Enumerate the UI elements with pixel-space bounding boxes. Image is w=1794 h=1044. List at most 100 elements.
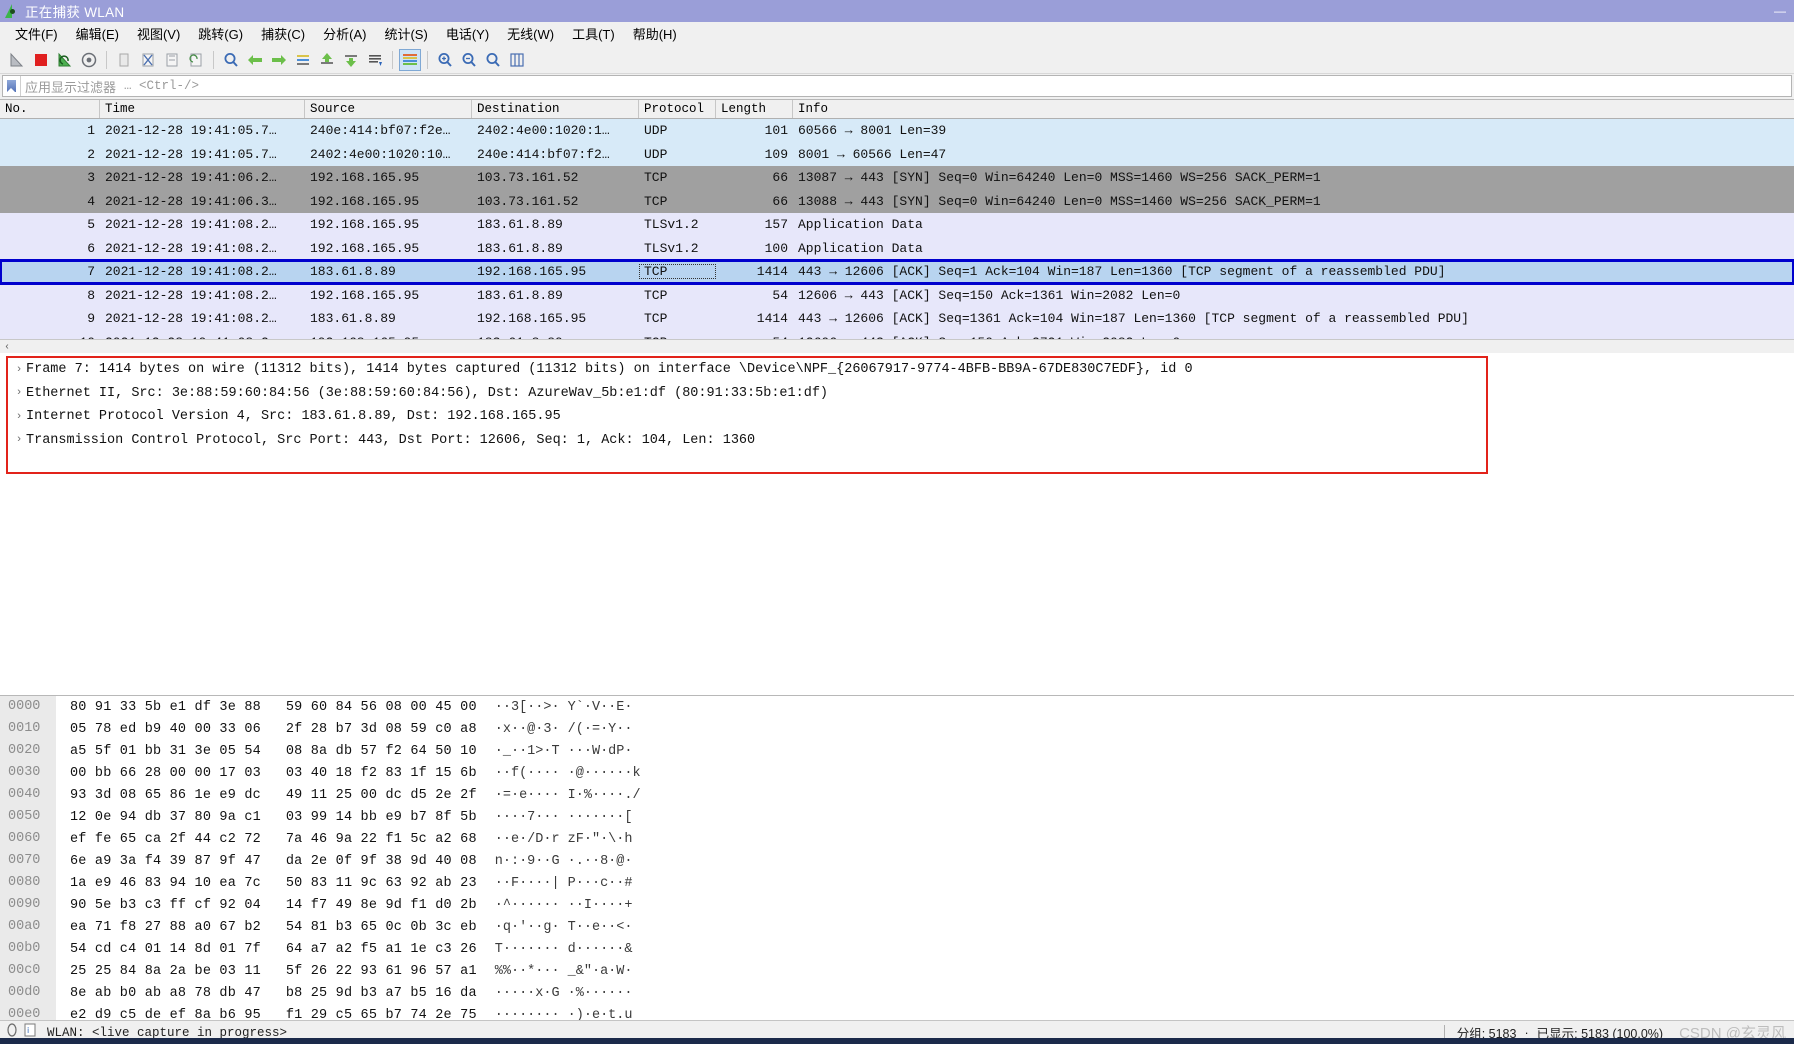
go-last-packet-icon[interactable] [340,49,362,71]
restart-capture-icon[interactable] [54,49,76,71]
packet-row[interactable]: 4 2021-12-28 19:41:06.3… 192.168.165.95 103… [0,189,1794,213]
zoom-reset-icon[interactable] [482,49,504,71]
menu-item-capture[interactable]: 捕获(C) [252,22,314,45]
packet-row[interactable]: 102021-12-28 19:41:08.2…192.168.165.9518… [0,330,1794,339]
packet-row[interactable]: 6 2021-12-28 19:41:08.2… 192.168.165.95 183… [0,236,1794,260]
packet-row[interactable]: 7 2021-12-28 19:41:08.2… 183.61.8.89 192.16… [0,259,1794,285]
packet-detail-highlight-box[interactable]: › Frame 7: 1414 bytes on wire (11312 bits… [6,356,1488,474]
hex-row[interactable]: 0070 6e a9 3a f4 39 87 9f 47 da 2e 0f 9f … [0,850,1794,872]
close-file-icon[interactable] [161,49,183,71]
packet-row[interactable]: 5 2021-12-28 19:41:08.2… 192.168.165.95 183… [0,213,1794,237]
packet-bytes-pane[interactable]: 0000 80 91 33 5b e1 df 3e 88 59 60 84 56 … [0,695,1794,1020]
column-header-destination[interactable]: Destination [472,100,639,118]
zoom-out-icon[interactable] [458,49,480,71]
packet-cell-no: 6 [87,240,95,256]
hex-row[interactable]: 0080 1a e9 46 83 94 10 ea 7c 50 83 11 9c … [0,872,1794,894]
packet-cell-protocol: TCP [644,287,668,303]
packet-row[interactable]: 2 2021-12-28 19:41:05.7… 2402:4e00:1020:10… [0,142,1794,166]
open-file-icon[interactable] [113,49,135,71]
packet-cell-protocol: UDP [644,123,668,139]
menu-item-telephony[interactable]: 电话(Y) [437,22,498,45]
filter-apply-icon[interactable] [1769,76,1791,96]
packet-row[interactable]: 9 2021-12-28 19:41:08.2… 183.61.8.89 192.16… [0,307,1794,331]
menu-item-file[interactable]: 文件(F) [6,22,67,45]
capture-options-icon[interactable] [78,49,100,71]
packet-cell-protocol: TCP [644,170,668,186]
go-back-icon[interactable] [244,49,266,71]
display-filter-bar[interactable]: 应用显示过滤器 … <Ctrl-/> [2,75,1792,97]
expand-chevron-icon[interactable]: › [12,434,26,446]
hex-offset: 00c0 [0,960,56,982]
go-to-packet-icon[interactable] [292,49,314,71]
reload-file-icon[interactable] [185,49,207,71]
filter-bookmark-icon[interactable] [3,76,21,96]
hex-row[interactable]: 0000 80 91 33 5b e1 df 3e 88 59 60 84 56 … [0,696,1794,718]
go-first-packet-icon[interactable] [316,49,338,71]
menu-item-tools[interactable]: 工具(T) [563,22,624,45]
hex-row[interactable]: 00c0 25 25 84 8a 2a be 03 11 5f 26 22 93 … [0,960,1794,982]
hex-row[interactable]: 00b0 54 cd c4 01 14 8d 01 7f 64 a7 a2 f5 … [0,938,1794,960]
hex-row[interactable]: 00e0 e2 d9 c5 de ef 8a b6 95 f1 29 c5 65 … [0,1004,1794,1020]
column-header-protocol[interactable]: Protocol [639,100,716,118]
colorize-icon[interactable] [399,48,421,71]
stop-capture-icon[interactable] [30,49,52,71]
wireshark-logo-icon [4,3,20,19]
hex-row[interactable]: 0050 12 0e 94 db 37 80 9a c1 03 99 14 bb … [0,806,1794,828]
hex-row[interactable]: 0090 90 5e b3 c3 ff cf 92 04 14 f7 49 8e … [0,894,1794,916]
title-bar: 正在捕获 WLAN — [0,0,1794,22]
menu-item-view[interactable]: 视图(V) [128,22,189,45]
expand-chevron-icon[interactable]: › [12,387,26,399]
hex-row[interactable]: 00d0 8e ab b0 ab a8 78 db 47 b8 25 9d b3 … [0,982,1794,1004]
hex-row[interactable]: 0020 a5 5f 01 bb 31 3e 05 54 08 8a db 57 … [0,740,1794,762]
save-file-icon[interactable] [137,49,159,71]
packet-list-body[interactable]: 1 2021-12-28 19:41:05.7… 240e:414:bf07:f2e… [0,119,1794,339]
column-header-source[interactable]: Source [305,100,472,118]
menu-item-help[interactable]: 帮助(H) [624,22,686,45]
svg-text:i: i [27,1026,29,1035]
column-header-info[interactable]: Info [793,100,1794,118]
hex-offset: 0080 [0,872,56,894]
menu-item-go[interactable]: 跳转(G) [189,22,252,45]
auto-scroll-icon[interactable] [364,49,386,71]
packet-cell-length: 109 [764,146,788,162]
packet-row[interactable]: 1 2021-12-28 19:41:05.7… 240e:414:bf07:f2e… [0,119,1794,143]
hex-row[interactable]: 0010 05 78 ed b9 40 00 33 06 2f 28 b7 3d … [0,718,1794,740]
menu-item-edit[interactable]: 编辑(E) [67,22,128,45]
packet-list-hscrollbar[interactable]: ‹ [0,339,1794,353]
packet-cell-protocol: TLSv1.2 [644,240,699,256]
packet-cell-destination: 103.73.161.52 [477,193,579,209]
detail-row[interactable]: › Ethernet II, Src: 3e:88:59:60:84:56 (3e… [8,382,1486,406]
packet-cell-length: 157 [764,217,788,233]
packet-cell-length: 1414 [756,311,788,327]
menu-item-wireless[interactable]: 无线(W) [498,22,563,45]
column-header-time[interactable]: Time [100,100,305,118]
zoom-in-icon[interactable] [434,49,456,71]
find-packet-icon[interactable] [220,49,242,71]
detail-row[interactable]: › Transmission Control Protocol, Src Port… [8,429,1486,453]
display-filter-input[interactable]: 应用显示过滤器 … <Ctrl-/> [21,76,1769,96]
minimize-button[interactable]: — [1766,0,1794,22]
packet-row[interactable]: 3 2021-12-28 19:41:06.2… 192.168.165.95 103… [0,166,1794,190]
menu-item-statistics[interactable]: 统计(S) [375,22,436,45]
column-header-length[interactable]: Length [716,100,793,118]
packet-row[interactable]: 8 2021-12-28 19:41:08.2… 192.168.165.95 183… [0,283,1794,307]
hex-row[interactable]: 0030 00 bb 66 28 00 00 17 03 03 40 18 f2 … [0,762,1794,784]
go-forward-icon[interactable] [268,49,290,71]
column-header-no[interactable]: No. [0,100,100,118]
hex-ascii: ·^······ ··I····+ [494,897,633,913]
menu-item-analyze[interactable]: 分析(A) [314,22,375,45]
detail-row[interactable]: › Internet Protocol Version 4, Src: 183.6… [8,405,1486,429]
start-capture-icon[interactable] [6,49,28,71]
hex-row[interactable]: 0040 93 3d 08 65 86 1e e9 dc 49 11 25 00 … [0,784,1794,806]
hscroll-left-arrow[interactable]: ‹ [0,340,14,353]
hex-bytes: 80 91 33 5b e1 df 3e 88 59 60 84 56 08 0… [70,699,477,715]
resize-columns-icon[interactable] [506,49,528,71]
hscroll-track[interactable] [14,340,1794,353]
expand-chevron-icon[interactable]: › [12,364,26,376]
hex-offset: 0020 [0,740,56,762]
expand-chevron-icon[interactable]: › [12,411,26,423]
packet-cell-destination: 2402:4e00:1020:1… [477,123,610,139]
hex-row[interactable]: 0060 ef fe 65 ca 2f 44 c2 72 7a 46 9a 22 … [0,828,1794,850]
detail-row[interactable]: › Frame 7: 1414 bytes on wire (11312 bits… [8,358,1486,382]
hex-row[interactable]: 00a0 ea 71 f8 27 88 a0 67 b2 54 81 b3 65 … [0,916,1794,938]
